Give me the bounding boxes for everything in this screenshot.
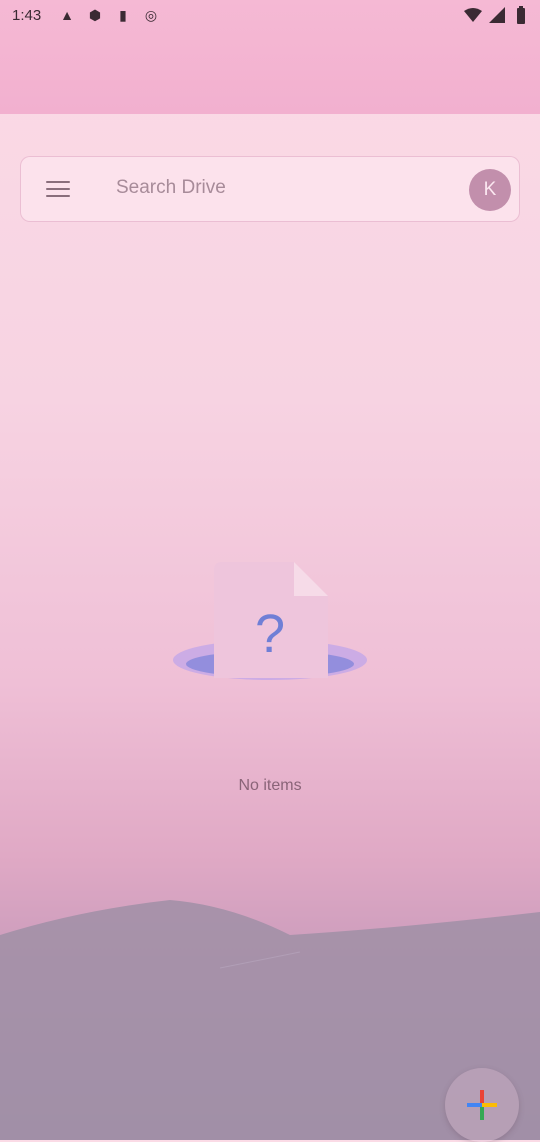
battery-icon xyxy=(512,6,530,24)
wifi-icon xyxy=(464,6,482,24)
search-input[interactable]: Search Drive xyxy=(116,177,226,199)
status-bar: 1:43 ▲ ⬢ ▮ ◎ xyxy=(0,0,540,34)
sd-card-icon: ▮ xyxy=(119,6,127,23)
unknown-file-icon: ? xyxy=(170,560,370,690)
notification-icons: ▲ ⬢ ▮ ◎ xyxy=(58,6,160,24)
system-icons xyxy=(464,6,530,24)
search-bar[interactable]: Search Drive K xyxy=(20,156,520,222)
signal-icon xyxy=(488,6,506,24)
new-item-fab[interactable] xyxy=(445,1068,519,1142)
hamburger-menu-icon[interactable] xyxy=(46,181,70,199)
empty-state-message: No items xyxy=(238,777,302,794)
avatar-letter: K xyxy=(483,179,497,200)
sync-icon: ◎ xyxy=(144,6,158,23)
plus-icon xyxy=(467,1090,497,1120)
shield-icon: ⬢ xyxy=(88,6,102,23)
account-avatar[interactable]: K xyxy=(469,169,511,211)
warning-icon: ▲ xyxy=(60,7,74,23)
svg-text:?: ? xyxy=(255,604,285,664)
status-time: 1:43 xyxy=(12,7,42,24)
